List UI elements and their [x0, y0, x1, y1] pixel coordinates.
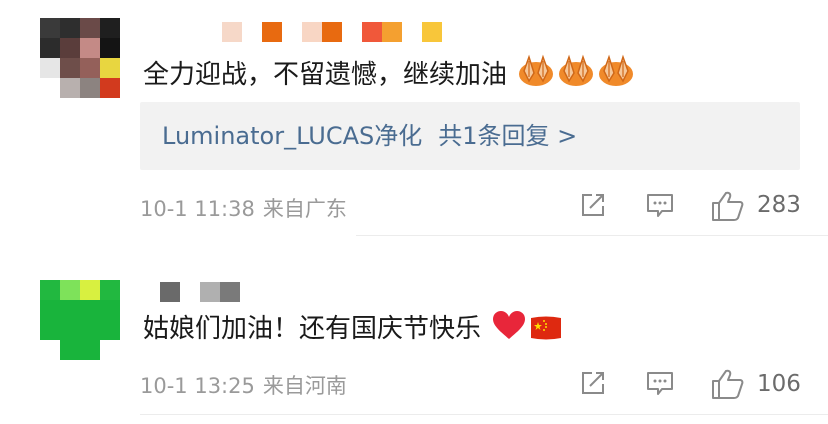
comment-meta: 10-1 13:25 来自河南 — [140, 370, 347, 400]
reply-text[interactable]: Luminator_LUCAS净化 共1条回复 > — [162, 119, 577, 153]
comment-text: 全力迎战，不留遗憾，继续加油 — [143, 53, 635, 92]
comment-icon[interactable] — [645, 190, 675, 220]
comment-body: 全力迎战，不留遗憾，继续加油 — [143, 60, 508, 90]
praying-hands-icon — [599, 54, 634, 86]
praying-hands-icon — [519, 54, 554, 86]
comment-meta: 10-1 11:38 来自广东 — [140, 193, 347, 223]
divider — [356, 235, 828, 236]
thumbs-up-icon[interactable] — [711, 190, 745, 222]
comment-icon[interactable] — [645, 368, 675, 398]
reply-count-link[interactable]: 共1条回复 > — [438, 122, 577, 150]
share-icon[interactable] — [578, 190, 608, 220]
praying-hands-icon — [559, 54, 594, 86]
like-count: 283 — [757, 192, 801, 218]
comment-location: 来自广东 — [262, 197, 347, 221]
like-count: 106 — [757, 371, 801, 397]
divider — [140, 414, 828, 415]
comment-date: 10-1 11:38 — [140, 197, 255, 221]
comment-location: 来自河南 — [262, 374, 347, 398]
china-flag-icon — [531, 316, 562, 340]
share-icon[interactable] — [578, 368, 608, 398]
thumbs-up-icon[interactable] — [711, 368, 745, 400]
comment-date: 10-1 13:25 — [140, 374, 255, 398]
reply-preview[interactable]: Luminator_LUCAS净化 共1条回复 > — [140, 102, 800, 170]
red-heart-icon — [493, 311, 526, 339]
comment-item: 全力迎战，不留遗憾，继续加油 Luminator_LUCAS净化 共1条回复 > … — [0, 0, 828, 236]
comment-text: 姑娘们加油！还有国庆节快乐 — [143, 309, 563, 346]
comment-body: 姑娘们加油！还有国庆节快乐 — [143, 314, 482, 344]
avatar[interactable] — [40, 18, 120, 98]
comment-item: 姑娘们加油！还有国庆节快乐 10-1 13:25 来自河南 106 — [0, 266, 828, 424]
avatar[interactable] — [40, 280, 120, 360]
reply-username[interactable]: Luminator_LUCAS净化 — [162, 122, 422, 150]
